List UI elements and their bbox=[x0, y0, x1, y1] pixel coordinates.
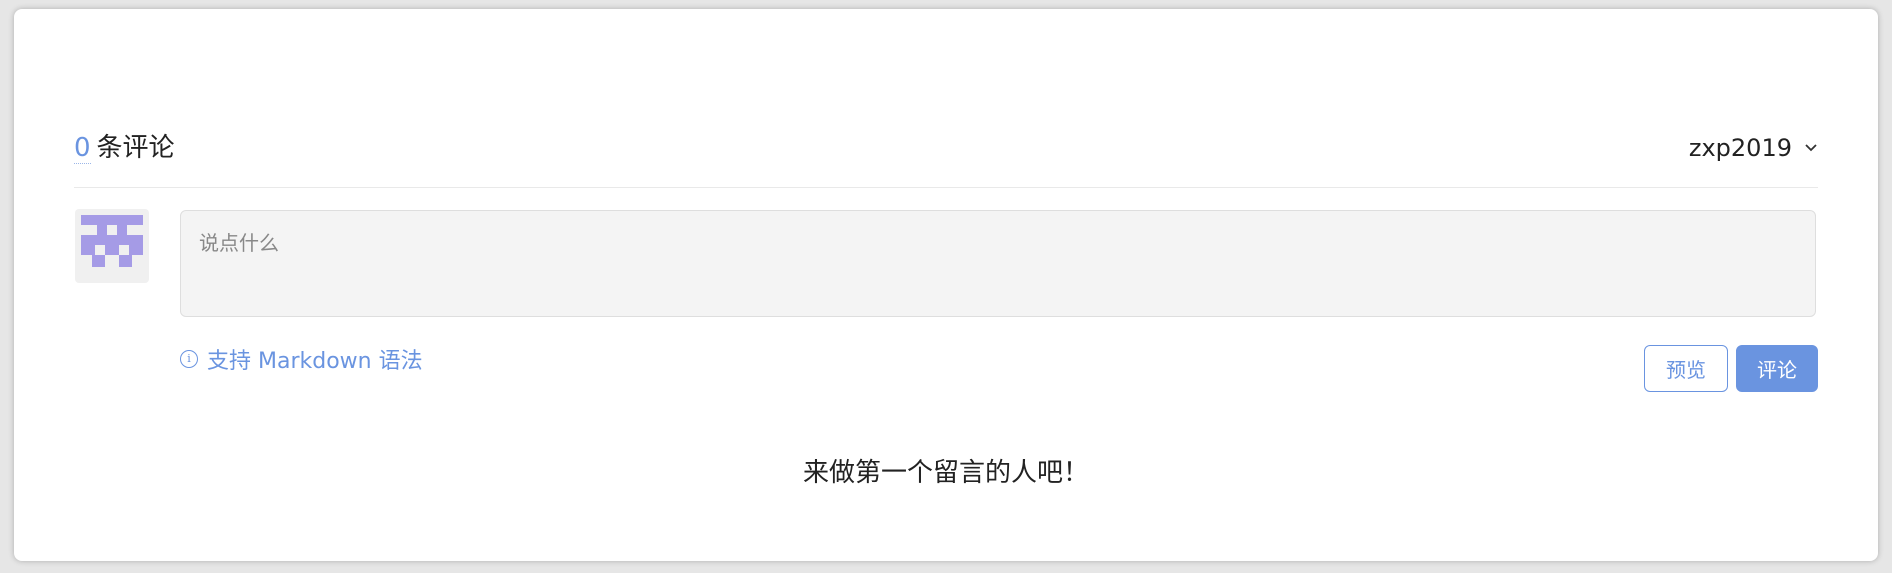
info-icon: i bbox=[180, 350, 198, 368]
comment-input[interactable] bbox=[180, 210, 1816, 317]
chevron-down-icon bbox=[1805, 144, 1817, 152]
avatar bbox=[75, 209, 149, 283]
user-menu[interactable]: zxp2019 bbox=[1689, 133, 1818, 163]
comment-count: 0 条评论 bbox=[74, 131, 175, 165]
comment-count-label: 条评论 bbox=[96, 133, 175, 163]
submit-comment-button[interactable]: 评论 bbox=[1736, 345, 1818, 392]
username: zxp2019 bbox=[1688, 134, 1792, 162]
identicon-icon bbox=[81, 215, 143, 267]
comment-panel: 0条评论 zxp2019 i 支持 Markdow bbox=[14, 9, 1878, 561]
preview-button[interactable]: 预览 bbox=[1644, 345, 1728, 392]
markdown-hint-label: 支持 Markdown 语法 bbox=[207, 349, 423, 374]
comment-header: 0 条评论 zxp2019 bbox=[74, 121, 1818, 188]
markdown-hint-link[interactable]: i 支持 Markdown 语法 bbox=[180, 343, 423, 375]
empty-state-message: 来做第一个留言的人吧！ bbox=[802, 458, 1089, 488]
comment-count-number: 0 bbox=[74, 133, 91, 164]
